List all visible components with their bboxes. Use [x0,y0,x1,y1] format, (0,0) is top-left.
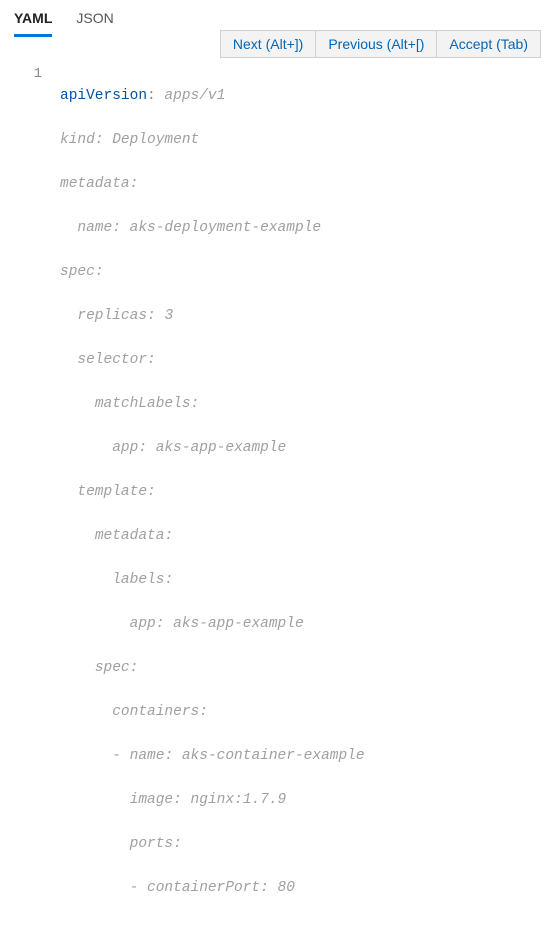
yaml-key: matchLabels [95,396,191,412]
line-number-gutter: 1 [0,63,60,943]
tab-json[interactable]: JSON [76,6,113,37]
yaml-key: name [77,220,112,236]
yaml-key: app [112,440,138,456]
yaml-key: metadata [95,528,165,544]
yaml-value: aks-deployment-example [130,220,321,236]
yaml-key: metadata [60,176,130,192]
yaml-value: apps/v1 [164,88,225,104]
yaml-key: kind [60,132,95,148]
previous-suggestion-button[interactable]: Previous (Alt+[) [316,31,437,57]
yaml-value: aks-app-example [173,616,304,632]
yaml-value: aks-app-example [156,440,287,456]
suggestion-toolbar: Next (Alt+]) Previous (Alt+[) Accept (Ta… [220,30,541,58]
yaml-key: ports [130,836,174,852]
yaml-value: 3 [164,308,173,324]
yaml-key: containerPort [147,880,260,896]
next-suggestion-button[interactable]: Next (Alt+]) [221,31,316,57]
yaml-value: aks-container-example [182,748,365,764]
yaml-value: nginx:1.7.9 [191,792,287,808]
yaml-key: apiVersion [60,88,147,104]
accept-suggestion-button[interactable]: Accept (Tab) [437,31,540,57]
code-content[interactable]: apiVersion: apps/v1 kind: Deployment met… [60,63,551,943]
line-number: 1 [34,66,42,82]
yaml-value: Deployment [112,132,199,148]
yaml-key: image [130,792,174,808]
yaml-key: spec [60,264,95,280]
yaml-key: template [77,484,147,500]
yaml-key: name [130,748,165,764]
yaml-key: spec [95,660,130,676]
yaml-key: labels [112,572,164,588]
yaml-key: containers [112,704,199,720]
yaml-value: 80 [278,880,295,896]
tab-yaml[interactable]: YAML [14,6,52,37]
code-editor[interactable]: 1 apiVersion: apps/v1 kind: Deployment m… [0,63,551,943]
yaml-key: selector [77,352,147,368]
yaml-key: replicas [77,308,147,324]
yaml-key: app [130,616,156,632]
